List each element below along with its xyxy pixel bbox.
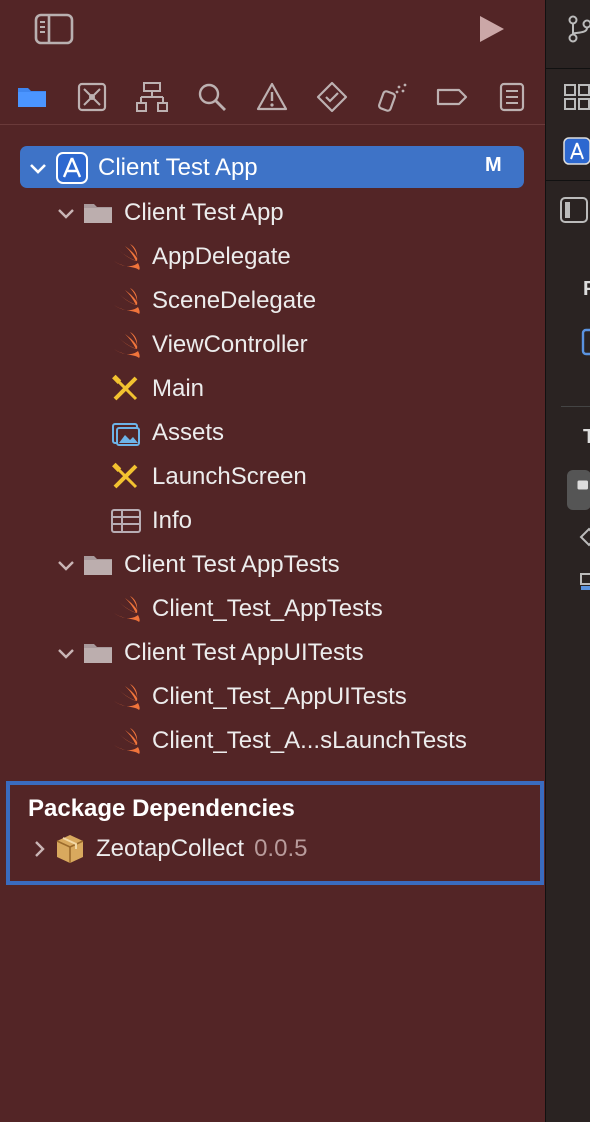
panel-toggle-icon[interactable] — [559, 195, 589, 225]
group-row[interactable]: Client Test AppUITests — [54, 633, 364, 673]
file-label: AppDelegate — [152, 243, 291, 270]
file-row[interactable]: Main — [110, 369, 204, 409]
tab-find-navigator[interactable] — [195, 80, 229, 114]
file-label: SceneDelegate — [152, 287, 317, 314]
source-control-branch-icon[interactable] — [565, 14, 590, 44]
file-label: Info — [152, 507, 193, 534]
report-icon — [499, 82, 525, 112]
test-icon — [316, 81, 348, 113]
run-button[interactable] — [474, 12, 508, 46]
section-heading-partial: T — [583, 426, 590, 448]
file-row[interactable]: LaunchScreen — [110, 457, 307, 497]
package-row[interactable]: ZeotapCollect 0.0.5 — [28, 829, 307, 869]
file-label: Client_Test_AppUITests — [152, 683, 407, 710]
group-label: Client Test AppUITests — [124, 639, 364, 666]
divider — [546, 68, 590, 69]
file-label: Main — [152, 375, 205, 402]
source-control-icon — [77, 82, 107, 112]
plist-table-icon — [110, 505, 142, 537]
test-target-icon[interactable] — [579, 525, 590, 555]
swift-file-icon — [110, 329, 142, 361]
file-label: Assets — [152, 419, 225, 446]
chevron-down-icon[interactable] — [26, 156, 50, 180]
tab-source-control-navigator[interactable] — [75, 80, 109, 114]
tab-issue-navigator[interactable] — [255, 80, 289, 114]
folder-icon — [82, 637, 114, 669]
app-project-icon[interactable] — [563, 137, 590, 167]
project-root-label: Client Test App — [98, 154, 258, 181]
file-row[interactable]: SceneDelegate — [110, 281, 316, 321]
folder-icon — [18, 88, 46, 107]
storyboard-icon — [110, 461, 142, 493]
editor-pane-edge: P T — [545, 0, 590, 1122]
project-navigator: Client Test App M Client Test App AppDel… — [0, 0, 545, 1122]
group-label: Client Test App — [124, 199, 284, 226]
group-row[interactable]: Client Test App — [54, 193, 284, 233]
package-name: ZeotapCollect — [96, 835, 245, 862]
debug-icon — [378, 83, 407, 112]
swift-file-icon — [110, 285, 142, 317]
sidebar-toggle-button[interactable] — [34, 12, 74, 46]
sidebar-icon — [34, 13, 74, 45]
chevron-down-icon[interactable] — [54, 201, 78, 225]
chevron-down-icon[interactable] — [54, 553, 78, 577]
tab-test-navigator[interactable] — [315, 80, 349, 114]
tab-breakpoint-navigator[interactable] — [435, 80, 469, 114]
swift-file-icon — [110, 593, 142, 625]
tab-debug-navigator[interactable] — [375, 80, 409, 114]
grid-icon[interactable] — [563, 82, 590, 112]
search-icon — [198, 83, 226, 111]
file-row[interactable]: Info — [110, 501, 192, 541]
file-label: LaunchScreen — [152, 463, 307, 490]
group-row[interactable]: Client Test AppTests — [54, 545, 340, 585]
group-label: Client Test AppTests — [124, 551, 340, 578]
package-version: 0.0.5 — [254, 835, 308, 862]
tab-project-navigator[interactable] — [15, 80, 49, 114]
breakpoint-icon — [436, 88, 468, 106]
package-dependencies-title: Package Dependencies — [28, 795, 295, 822]
play-icon — [480, 16, 504, 42]
app-project-icon — [56, 152, 88, 184]
file-label: ViewController — [152, 331, 308, 358]
hierarchy-icon — [136, 82, 168, 112]
chevron-down-icon[interactable] — [54, 641, 78, 665]
section-heading-partial: P — [583, 278, 590, 300]
file-label: Client_Test_AppTests — [152, 595, 383, 622]
file-row[interactable]: AppDelegate — [110, 237, 291, 277]
selected-target-icon[interactable] — [567, 470, 590, 510]
folder-icon — [82, 549, 114, 581]
file-row[interactable]: ViewController — [110, 325, 308, 365]
ui-test-target-icon[interactable] — [579, 568, 590, 598]
warning-icon — [256, 82, 288, 111]
chevron-right-icon[interactable] — [28, 837, 52, 861]
swift-file-icon — [110, 241, 142, 273]
swift-file-icon — [110, 681, 142, 713]
navigator-tab-bar — [0, 70, 545, 125]
file-row[interactable]: Assets — [110, 413, 224, 453]
project-root-row[interactable]: Client Test App — [26, 148, 258, 188]
divider — [546, 180, 590, 181]
tab-symbol-navigator[interactable] — [135, 80, 169, 114]
swift-file-icon — [110, 725, 142, 757]
file-row[interactable]: Client_Test_AppUITests — [110, 677, 407, 717]
divider — [561, 406, 590, 407]
storyboard-icon — [110, 373, 142, 405]
file-row[interactable]: Client_Test_A...sLaunchTests — [110, 721, 467, 761]
assets-icon — [110, 417, 142, 449]
modified-badge: M — [485, 154, 502, 176]
top-toolbar — [0, 0, 545, 62]
file-row[interactable]: Client_Test_AppTests — [110, 589, 383, 629]
tab-report-navigator[interactable] — [495, 80, 529, 114]
device-icon[interactable] — [581, 328, 590, 358]
package-icon — [54, 833, 86, 865]
folder-icon — [82, 197, 114, 229]
file-label: Client_Test_A...sLaunchTests — [152, 727, 467, 754]
